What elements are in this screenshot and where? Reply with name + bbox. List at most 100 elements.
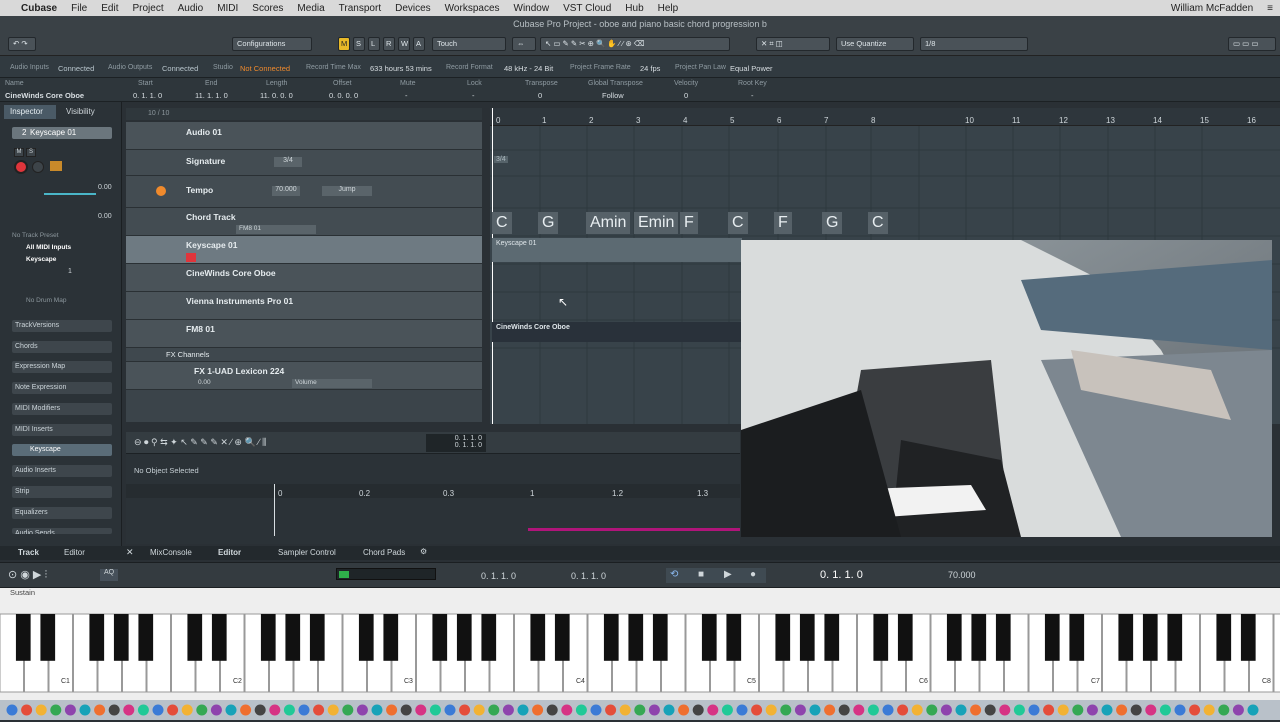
dock-app-icon[interactable] xyxy=(911,704,923,716)
dock-app-icon[interactable] xyxy=(809,704,821,716)
black-key[interactable] xyxy=(1216,614,1232,661)
timeline-ruler[interactable]: 0 1 2 3 4 5 6 7 8 10 11 12 13 14 15 16 xyxy=(490,108,1280,126)
dock-app-icon[interactable] xyxy=(970,704,982,716)
dock-app-icon[interactable] xyxy=(488,704,500,716)
white-key[interactable] xyxy=(1273,613,1280,693)
dock-app-icon[interactable] xyxy=(137,704,149,716)
editor-position-display[interactable]: 0. 1. 1. 0 0. 1. 1. 0 xyxy=(426,434,486,452)
dock-app-icon[interactable] xyxy=(459,704,471,716)
dock-app-icon[interactable] xyxy=(210,704,222,716)
dock-app-icon[interactable] xyxy=(64,704,76,716)
black-key[interactable] xyxy=(824,614,840,661)
section-trackversions[interactable]: TrackVersions xyxy=(12,320,112,332)
menu-window[interactable]: Window xyxy=(514,3,550,14)
track-signature[interactable]: Signature 3/4 xyxy=(126,150,482,176)
chord-event[interactable]: C xyxy=(728,212,748,234)
snap-buttons[interactable]: ✕ ⌗ ◫ xyxy=(756,37,830,51)
track-name[interactable]: CineWinds Core Oboe xyxy=(186,268,276,278)
black-key[interactable] xyxy=(15,614,31,661)
lock-value[interactable]: - xyxy=(472,91,475,100)
piano-keys[interactable] xyxy=(0,588,1280,700)
dock-app-icon[interactable] xyxy=(196,704,208,716)
black-key[interactable] xyxy=(897,614,913,661)
read-button[interactable]: R xyxy=(383,37,395,51)
chord-event[interactable]: F xyxy=(680,212,698,234)
dock-app-icon[interactable] xyxy=(707,704,719,716)
menu-transport[interactable]: Transport xyxy=(339,3,381,14)
black-key[interactable] xyxy=(40,614,56,661)
position-display[interactable]: 0. 1. 1. 0 xyxy=(820,569,863,581)
solo-button[interactable]: S xyxy=(353,37,365,51)
tempo-value[interactable]: 70.000 xyxy=(272,186,300,196)
inspector-pan[interactable]: 0.00 xyxy=(98,213,112,220)
black-key[interactable] xyxy=(1167,614,1183,661)
configurations-button[interactable]: Configurations xyxy=(232,37,312,51)
keyscape-record-icon[interactable] xyxy=(186,253,196,262)
dock-app-icon[interactable] xyxy=(6,704,18,716)
black-key[interactable] xyxy=(1044,614,1060,661)
black-key[interactable] xyxy=(603,614,619,661)
black-key[interactable] xyxy=(113,614,129,661)
dock-app-icon[interactable] xyxy=(678,704,690,716)
transport-settings-icon[interactable]: ⊙ ◉ ▶ ⫶ xyxy=(8,568,47,582)
black-key[interactable] xyxy=(995,614,1011,661)
write-button[interactable]: W xyxy=(398,37,410,51)
playhead-cursor[interactable] xyxy=(492,108,493,424)
black-key[interactable] xyxy=(799,614,815,661)
aq-button[interactable]: AQ xyxy=(100,569,118,581)
dock-app-icon[interactable] xyxy=(386,704,398,716)
oboe-midi-part[interactable]: CineWinds Core Oboe xyxy=(492,322,742,342)
black-key[interactable] xyxy=(530,614,546,661)
inspector-volume[interactable]: 0.00 xyxy=(98,184,112,191)
dock-app-icon[interactable] xyxy=(429,704,441,716)
track-name[interactable]: Signature xyxy=(186,156,225,166)
dock-app-icon[interactable] xyxy=(765,704,777,716)
black-key[interactable] xyxy=(285,614,301,661)
dock-app-icon[interactable] xyxy=(225,704,237,716)
left-locator[interactable]: 0. 1. 1. 0 xyxy=(481,571,516,581)
track-name[interactable]: Tempo xyxy=(186,185,213,195)
dock-app-icon[interactable] xyxy=(882,704,894,716)
dock-app-icon[interactable] xyxy=(751,704,763,716)
chord-track-output[interactable]: FM8 01 xyxy=(236,225,316,234)
event-name[interactable]: CineWinds Core Oboe xyxy=(5,91,84,100)
tempo-mode[interactable]: Jump xyxy=(322,186,372,196)
quantize-select[interactable]: Use Quantize xyxy=(836,37,914,51)
dock-app-icon[interactable] xyxy=(1247,704,1259,716)
dock-app-icon[interactable] xyxy=(575,704,587,716)
track-vienna-instruments[interactable]: Vienna Instruments Pro 01 xyxy=(126,292,482,320)
chord-event[interactable]: Emin xyxy=(634,212,679,234)
menu-project[interactable]: Project xyxy=(132,3,163,14)
dock-app-icon[interactable] xyxy=(21,704,33,716)
fx-automation-param[interactable]: Volume xyxy=(292,379,372,388)
inspector-track-buttons[interactable]: M S xyxy=(14,148,112,174)
editor-tools-icon[interactable]: ⊖ ⏺ ⚲ ⇆ ✦ ↖ ✎ ✎ ✎ ✕ ∕ ⊕ 🔍 ∕ ⫼ xyxy=(134,437,266,448)
inspector-edit-button[interactable] xyxy=(50,161,62,171)
inspector-output[interactable]: Keyscape xyxy=(12,256,112,266)
black-key[interactable] xyxy=(211,614,227,661)
tool-buttons[interactable]: ↖ ▭ ✎ ✎ ✂ ⊕ 🔍 ✋ ∕ ⁄ ⊛ ⌫ xyxy=(540,37,730,51)
black-key[interactable] xyxy=(775,614,791,661)
black-key[interactable] xyxy=(873,614,889,661)
black-key[interactable] xyxy=(652,614,668,661)
menu-workspaces[interactable]: Workspaces xyxy=(445,3,500,14)
dock-app-icon[interactable] xyxy=(1013,704,1025,716)
dock-app-icon[interactable] xyxy=(1072,704,1084,716)
dock-app-icon[interactable] xyxy=(940,704,952,716)
tab-visibility[interactable]: Visibility xyxy=(66,105,95,119)
dock-app-icon[interactable] xyxy=(721,704,733,716)
dock-app-icon[interactable] xyxy=(867,704,879,716)
track-name[interactable]: FX 1-UAD Lexicon 224 xyxy=(194,366,284,376)
section-audio-inserts[interactable]: Audio Inserts xyxy=(12,465,112,477)
tab-sampler-control[interactable]: Sampler Control xyxy=(278,548,336,557)
dock-app-icon[interactable] xyxy=(1232,704,1244,716)
dock-app-icon[interactable] xyxy=(415,704,427,716)
black-key[interactable] xyxy=(971,614,987,661)
dock-app-icon[interactable] xyxy=(561,704,573,716)
inspector-drum-map[interactable]: No Drum Map xyxy=(12,297,112,307)
listen-button[interactable]: L xyxy=(368,37,380,51)
dock-app-icon[interactable] xyxy=(79,704,91,716)
end-value[interactable]: 11. 1. 1. 0 xyxy=(195,91,228,100)
black-key[interactable] xyxy=(187,614,203,661)
track-fx-lexicon[interactable]: FX 1-UAD Lexicon 224 0.00 Volume xyxy=(126,362,482,390)
